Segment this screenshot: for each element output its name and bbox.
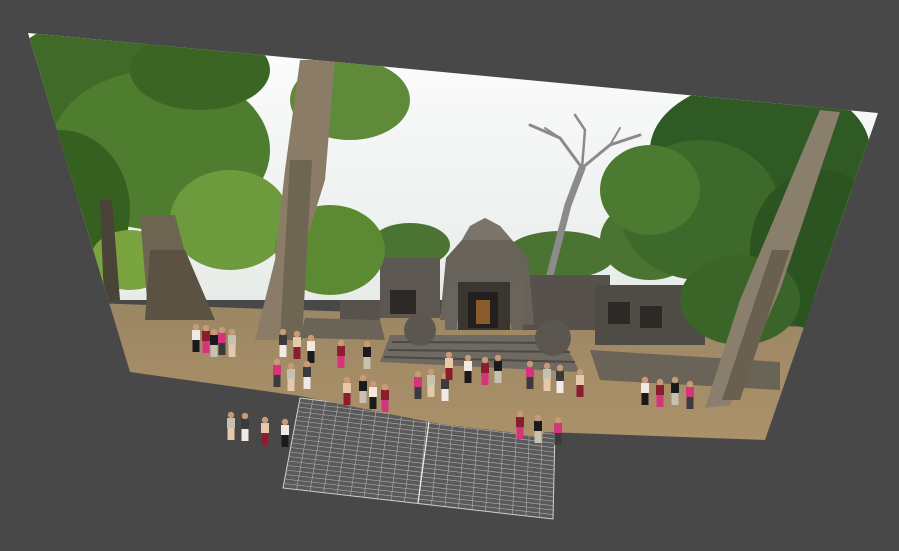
person-figure — [303, 360, 311, 389]
person-figure — [210, 328, 218, 357]
3d-viewport[interactable]: temple — [0, 0, 899, 551]
person-figure — [554, 416, 562, 445]
person-figure — [369, 380, 377, 409]
person-figure — [427, 368, 435, 397]
person-figure — [526, 360, 534, 389]
person-figure — [227, 411, 235, 440]
person-figure — [218, 326, 226, 355]
person-figure — [261, 416, 269, 445]
person-figure — [534, 414, 542, 443]
person-figure — [494, 354, 502, 383]
person-figure — [343, 376, 351, 405]
person-figure — [381, 383, 389, 412]
person-figure — [192, 323, 200, 352]
person-figure — [576, 368, 584, 397]
person-figure — [556, 364, 564, 393]
person-figure — [359, 374, 367, 403]
scene-canvas[interactable] — [0, 0, 899, 551]
person-figure — [445, 351, 453, 380]
person-figure — [281, 418, 289, 447]
person-figure — [686, 380, 694, 409]
person-figure — [516, 410, 524, 439]
person-figure — [273, 358, 281, 387]
person-figure — [307, 334, 315, 363]
person-figure — [464, 354, 472, 383]
person-figure — [293, 330, 301, 359]
person-figure — [414, 370, 422, 399]
person-figure — [543, 362, 551, 391]
person-figure — [671, 376, 679, 405]
person-figure — [337, 339, 345, 368]
person-figure — [202, 324, 210, 353]
person-figure — [656, 378, 664, 407]
person-figure — [241, 412, 249, 441]
person-figure — [641, 376, 649, 405]
person-figure — [279, 328, 287, 357]
person-figure — [228, 328, 236, 357]
person-figure — [363, 340, 371, 369]
person-figure — [287, 362, 295, 391]
person-figure — [481, 356, 489, 385]
